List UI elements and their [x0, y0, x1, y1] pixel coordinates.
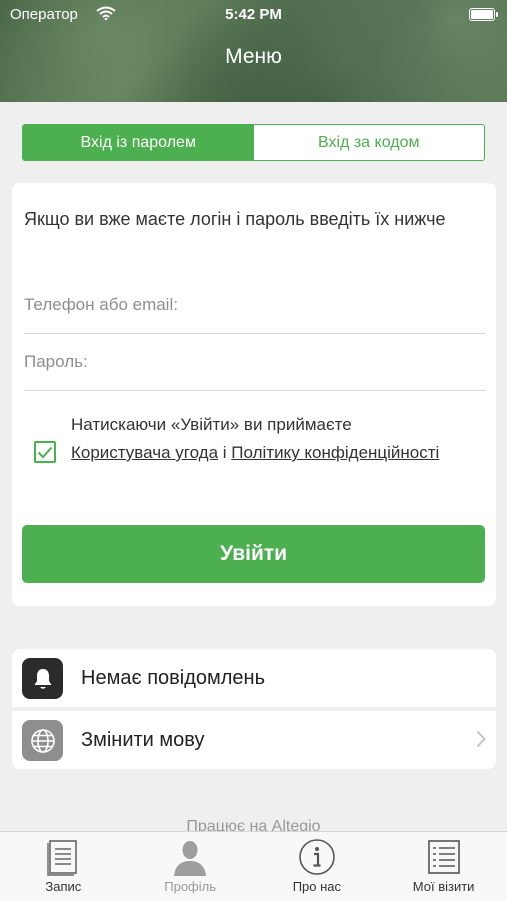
- tab-profile[interactable]: Профіль: [127, 832, 254, 901]
- privacy-link[interactable]: Політику конфіденційності: [231, 443, 439, 462]
- tab-booking[interactable]: Запис: [0, 832, 127, 901]
- login-button[interactable]: Увійти: [22, 525, 485, 583]
- terms-link[interactable]: Користувача угода: [71, 443, 218, 462]
- phone-email-input[interactable]: [24, 277, 486, 333]
- tab-about-label: Про нас: [292, 879, 342, 894]
- consent-text: Натискаючи «Увійти» ви приймаєте Користу…: [71, 411, 471, 467]
- consent-checkbox[interactable]: [34, 441, 56, 463]
- bell-icon: [22, 658, 63, 699]
- change-language-label: Змінити мову: [81, 729, 205, 751]
- password-field: [24, 334, 486, 391]
- header: Оператор 5:42 PM Меню: [0, 0, 507, 102]
- tab-my-visits[interactable]: Мої візити: [380, 832, 507, 901]
- tab-about[interactable]: Про нас: [254, 832, 381, 901]
- info-icon: [298, 838, 336, 881]
- document-icon: [45, 838, 81, 881]
- page-title: Меню: [225, 45, 282, 68]
- globe-icon: [22, 720, 63, 761]
- consent-prefix: Натискаючи «Увійти» ви приймаєте: [71, 415, 352, 434]
- login-mode-switch: Вхід із паролем Вхід за кодом: [22, 124, 485, 161]
- notifications-label: Немає повідомлень: [81, 667, 266, 689]
- clock: 5:42 PM: [225, 6, 282, 23]
- list-icon: [426, 838, 462, 881]
- chevron-right-icon: [476, 730, 486, 753]
- checkmark-icon: [37, 446, 53, 458]
- status-bar: Оператор 5:42 PM: [0, 0, 507, 30]
- tab-my-visits-label: Мої візити: [412, 879, 475, 894]
- tab-code-login[interactable]: Вхід за кодом: [254, 125, 485, 160]
- login-card: Якщо ви вже маєте логін і пароль введіть…: [12, 183, 496, 606]
- battery-icon: [469, 8, 498, 21]
- phone-email-field: [24, 277, 486, 334]
- tab-bar: Запис Профіль Про нас Мої візити: [0, 831, 507, 901]
- consent-and: і: [222, 443, 227, 462]
- change-language-row[interactable]: Змінити мову: [12, 711, 496, 769]
- password-input[interactable]: [24, 334, 486, 390]
- tab-password-login[interactable]: Вхід із паролем: [23, 125, 254, 160]
- person-icon: [171, 838, 209, 881]
- login-intro: Якщо ви вже маєте логін і пароль введіть…: [24, 209, 446, 229]
- notifications-row[interactable]: Немає повідомлень: [12, 649, 496, 707]
- tab-booking-label: Запис: [45, 879, 82, 894]
- tab-profile-label: Профіль: [164, 879, 216, 894]
